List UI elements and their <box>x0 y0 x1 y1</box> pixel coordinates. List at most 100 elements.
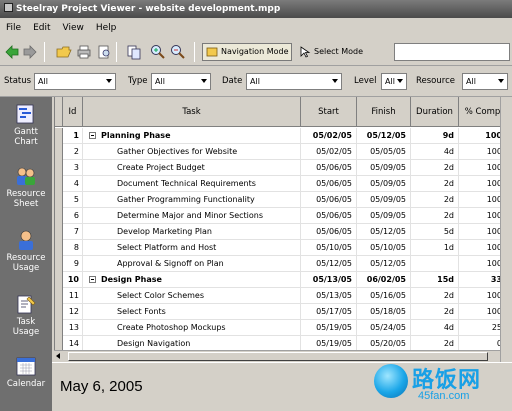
column-header-start[interactable]: Start <box>301 97 357 127</box>
table-row[interactable]: 3 Create Project Budget 05/06/05 05/09/05 2d… <box>55 160 512 176</box>
row-header[interactable] <box>55 176 63 192</box>
menu-help[interactable]: Help <box>90 18 123 38</box>
row-header[interactable] <box>55 144 63 160</box>
cell-task: Gather Objectives for Website <box>83 144 301 160</box>
cell-duration-text: 5d <box>443 227 454 236</box>
cell-start: 05/06/05 <box>301 192 357 208</box>
cell-finish: 05/09/05 <box>357 208 411 224</box>
type-filter-select[interactable]: All <box>151 73 211 90</box>
row-header[interactable] <box>55 128 63 144</box>
forward-arrow-icon[interactable] <box>22 44 38 60</box>
zoom-out-icon[interactable] <box>170 44 186 60</box>
row-header[interactable] <box>55 288 63 304</box>
copy-icon[interactable] <box>126 44 142 60</box>
status-filter-select[interactable]: All <box>34 73 116 90</box>
row-header[interactable] <box>55 272 63 288</box>
scroll-left-icon[interactable] <box>56 353 60 359</box>
table-row[interactable]: 10 Design Phase 05/13/05 06/02/05 15d 33 <box>55 272 512 288</box>
collapse-toggle-icon[interactable] <box>89 132 96 139</box>
cell-start: 05/17/05 <box>301 304 357 320</box>
print-preview-icon[interactable] <box>96 44 112 60</box>
cell-start-text: 05/06/05 <box>316 163 352 172</box>
navigation-mode-button[interactable]: Navigation Mode <box>202 43 292 61</box>
table-row[interactable]: 6 Determine Major and Minor Sections 05/06… <box>55 208 512 224</box>
sidebar-item-resource-sheet[interactable]: Resource Sheet <box>0 165 52 209</box>
table-row[interactable]: 4 Document Technical Requirements 05/06/05… <box>55 176 512 192</box>
row-header[interactable] <box>55 224 63 240</box>
cell-start: 05/10/05 <box>301 240 357 256</box>
cell-finish-text: 05/20/05 <box>370 339 406 348</box>
row-header[interactable] <box>55 192 63 208</box>
row-header[interactable] <box>55 240 63 256</box>
cell-duration: 15d <box>411 272 459 288</box>
table-row[interactable]: 9 Approval & Signoff on Plan 05/12/05 05/12… <box>55 256 512 272</box>
table-row[interactable]: 2 Gather Objectives for Website 05/02/05 05… <box>55 144 512 160</box>
resource-sheet-icon <box>17 167 35 185</box>
sidebar-item-gantt-chart[interactable]: Gantt Chart <box>0 103 52 147</box>
cell-id: 1 <box>63 128 83 144</box>
navigation-mode-icon <box>206 47 218 57</box>
cell-start: 05/06/05 <box>301 224 357 240</box>
menu-edit[interactable]: Edit <box>27 18 56 38</box>
vertical-scrollbar[interactable] <box>500 97 512 362</box>
cell-start-text: 05/06/05 <box>316 195 352 204</box>
search-input[interactable] <box>394 43 510 61</box>
table-row[interactable]: 7 Develop Marketing Plan 05/06/05 05/12/05 5… <box>55 224 512 240</box>
gantt-chart-icon <box>16 104 34 124</box>
cell-start: 05/02/05 <box>301 144 357 160</box>
table-row[interactable]: 11 Select Color Schemes 05/13/05 05/16/05 2d… <box>55 288 512 304</box>
row-header[interactable] <box>55 208 63 224</box>
cell-duration-text: 2d <box>443 307 454 316</box>
cell-duration-text: 2d <box>443 179 454 188</box>
column-header-task[interactable]: Task <box>83 97 301 127</box>
table-row[interactable]: 5 Gather Programming Functionality 05/06/0… <box>55 192 512 208</box>
date-filter-select[interactable]: All <box>246 73 342 90</box>
sidebar-item-resource-usage[interactable]: Resource Usage <box>0 229 52 273</box>
date-filter-value: All <box>250 77 260 86</box>
resource-filter-select[interactable]: All <box>462 73 508 90</box>
select-mode-button[interactable]: Select Mode <box>296 43 380 61</box>
cell-id: 11 <box>63 288 83 304</box>
column-header-duration[interactable]: Duration <box>411 97 459 127</box>
sidebar-item-label: Task <box>16 317 36 327</box>
cell-duration-text: 15d <box>437 275 454 284</box>
back-arrow-icon[interactable] <box>4 44 20 60</box>
cell-start-text: 05/12/05 <box>316 259 352 268</box>
row-header[interactable] <box>55 304 63 320</box>
collapse-toggle-icon[interactable] <box>89 276 96 283</box>
table-row[interactable]: 1 Planning Phase 05/02/05 05/12/05 9d 100 <box>55 128 512 144</box>
sidebar-item-task-usage[interactable]: Task Usage <box>0 293 52 337</box>
cell-duration-text: 2d <box>443 339 454 348</box>
level-filter-label: Level <box>354 76 377 86</box>
chevron-down-icon <box>332 79 338 83</box>
level-filter-select[interactable]: All <box>381 73 407 90</box>
column-header-id[interactable]: Id <box>63 97 83 127</box>
row-header[interactable] <box>55 160 63 176</box>
column-header-finish[interactable]: Finish <box>357 97 411 127</box>
row-header[interactable] <box>55 320 63 336</box>
cell-id-text: 6 <box>73 211 79 220</box>
table-row[interactable]: 12 Select Fonts 05/17/05 05/18/05 2d 100 <box>55 304 512 320</box>
cell-finish-text: 05/09/05 <box>370 211 406 220</box>
menu-view[interactable]: View <box>57 18 90 38</box>
cell-id-text: 13 <box>68 323 79 332</box>
cell-id: 6 <box>63 208 83 224</box>
menu-file[interactable]: File <box>0 18 27 38</box>
cell-duration: 4d <box>411 320 459 336</box>
cell-duration: 2d <box>411 176 459 192</box>
open-folder-icon[interactable] <box>56 44 72 60</box>
cell-duration: 2d <box>411 288 459 304</box>
cell-task-text: Select Platform and Host <box>117 243 217 252</box>
cell-task-text: Develop Marketing Plan <box>117 227 212 236</box>
table-row[interactable]: 8 Select Platform and Host 05/10/05 05/10/0… <box>55 240 512 256</box>
cell-start: 05/06/05 <box>301 176 357 192</box>
sidebar-item-calendar[interactable]: Calendar <box>0 355 52 389</box>
cell-id-text: 14 <box>68 339 79 348</box>
print-icon[interactable] <box>76 44 92 60</box>
row-header[interactable] <box>55 256 63 272</box>
app-icon <box>4 3 13 12</box>
cell-finish: 05/12/05 <box>357 256 411 272</box>
zoom-in-icon[interactable] <box>150 44 166 60</box>
table-row[interactable]: 13 Create Photoshop Mockups 05/19/05 05/24/… <box>55 320 512 336</box>
cell-id: 8 <box>63 240 83 256</box>
